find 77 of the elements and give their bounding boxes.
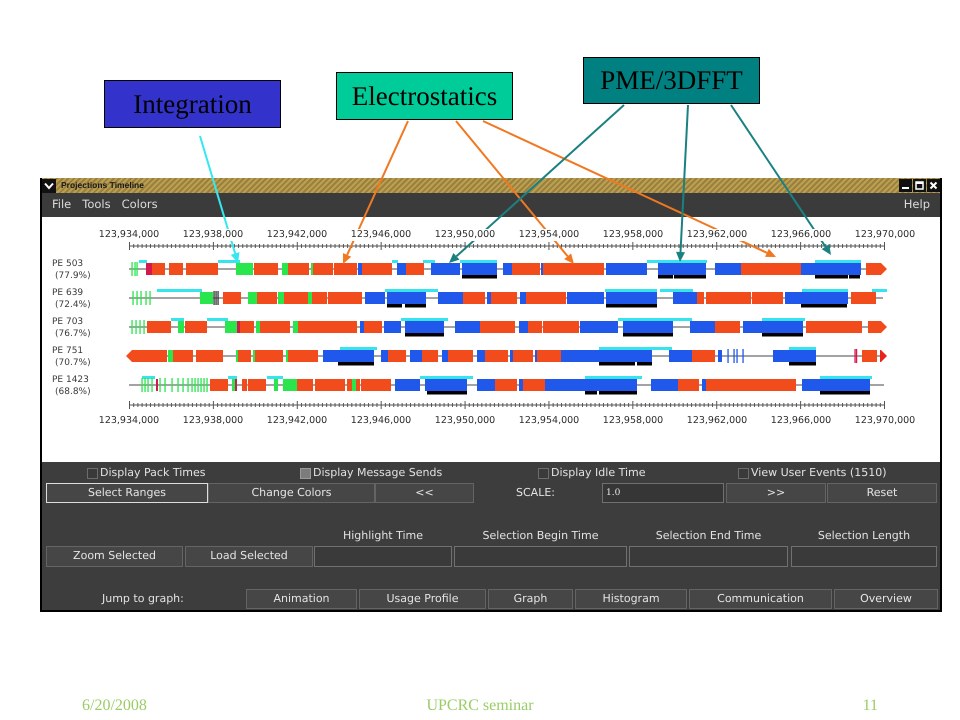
graph-button[interactable]: Communication: [689, 589, 832, 609]
axis-label: 123,950,000: [434, 229, 496, 241]
axis-label: 123,962,000: [686, 229, 748, 241]
axis-label: 123,970,000: [854, 415, 916, 427]
time-field[interactable]: [791, 546, 937, 567]
checkbox-label: Display Pack Times: [100, 464, 206, 481]
jump-label: Jump to graph:: [102, 590, 184, 607]
axis-label: 123,954,000: [518, 415, 580, 427]
processor-label: PE 703: [52, 316, 84, 328]
chevron-down-icon[interactable]: [42, 178, 56, 192]
checkbox[interactable]: [738, 468, 749, 478]
axis-label: 123,962,000: [686, 415, 748, 427]
checkbox-label: View User Events (1510): [751, 464, 886, 481]
checkbox-label: Display Idle Time: [551, 464, 646, 481]
axis-label: 123,966,000: [770, 415, 832, 427]
checkbox[interactable]: [87, 468, 98, 478]
graph-button[interactable]: Graph: [488, 589, 573, 609]
checkbox[interactable]: [300, 468, 311, 478]
graph-button[interactable]: Histogram: [575, 589, 687, 609]
annotation-label: Integration: [104, 80, 281, 128]
time-field[interactable]: [629, 546, 788, 567]
axis-label: 123,938,000: [182, 415, 244, 427]
utilization-label: (72.4%): [54, 298, 92, 310]
slide-date: 6/20/2008: [82, 696, 147, 716]
graph-button[interactable]: Overview: [834, 589, 938, 609]
axis-label: 123,950,000: [434, 415, 496, 427]
selection-button[interactable]: Zoom Selected: [46, 546, 183, 567]
axis-label: 123,958,000: [602, 229, 664, 241]
graph-button[interactable]: Animation: [246, 589, 357, 609]
axis-label: 123,942,000: [266, 415, 328, 427]
scale-label: SCALE:: [516, 484, 555, 501]
toolbar-button[interactable]: >>: [726, 483, 826, 503]
axis-label: 123,942,000: [266, 229, 328, 241]
scale-input[interactable]: 1.0: [602, 483, 724, 503]
close-icon[interactable]: [927, 179, 940, 192]
field-label: Selection Length: [818, 529, 910, 543]
axis-label: 123,954,000: [518, 229, 580, 241]
menu-item[interactable]: File: [52, 196, 72, 214]
slide-number: 11: [862, 696, 878, 716]
axis-label: 123,934,000: [98, 229, 160, 241]
maximize-icon[interactable]: [913, 179, 926, 192]
utilization-label: (70.7%): [54, 356, 92, 368]
selection-button[interactable]: Load Selected: [185, 546, 313, 567]
toolbar-button[interactable]: <<: [375, 483, 474, 503]
field-label: Selection Begin Time: [482, 529, 598, 543]
field-label: Selection End Time: [656, 529, 762, 543]
time-field[interactable]: [454, 546, 627, 567]
utilization-label: (77.9%): [54, 270, 92, 282]
menu-item[interactable]: Colors: [122, 196, 158, 214]
axis-label: 123,934,000: [98, 415, 160, 427]
axis-label: 123,946,000: [350, 415, 412, 427]
toolbar-button[interactable]: Reset: [827, 483, 937, 503]
field-label: Highlight Time: [342, 529, 424, 543]
processor-label: PE 639: [52, 286, 84, 298]
utilization-label: (68.8%): [54, 386, 92, 398]
processor-label: PE 751: [52, 344, 84, 356]
checkbox[interactable]: [538, 468, 549, 478]
axis-label: 123,938,000: [182, 229, 244, 241]
minimize-icon[interactable]: [899, 179, 912, 192]
processor-label: PE 503: [52, 258, 84, 270]
axis-label: 123,970,000: [854, 229, 916, 241]
axis-label: 123,966,000: [770, 229, 832, 241]
processor-label: PE 1423: [52, 374, 90, 386]
annotation-label: PME/3DFFT: [583, 57, 760, 104]
annotation-label: Electrostatics: [336, 72, 513, 120]
window-title: Projections Timeline: [61, 179, 144, 192]
slide-title: UPCRC seminar: [426, 696, 534, 716]
graph-button[interactable]: Usage Profile: [359, 589, 486, 609]
axis-label: 123,946,000: [350, 229, 412, 241]
toolbar-button[interactable]: Select Ranges: [46, 483, 208, 503]
checkbox-label: Display Message Sends: [313, 464, 442, 481]
toolbar-button[interactable]: Change Colors: [208, 483, 375, 503]
time-field[interactable]: [314, 546, 452, 567]
utilization-label: (76.7%): [54, 328, 92, 340]
menu-item[interactable]: Help: [904, 196, 930, 214]
axis-label: 123,958,000: [602, 415, 664, 427]
menu-item[interactable]: Tools: [82, 196, 111, 214]
